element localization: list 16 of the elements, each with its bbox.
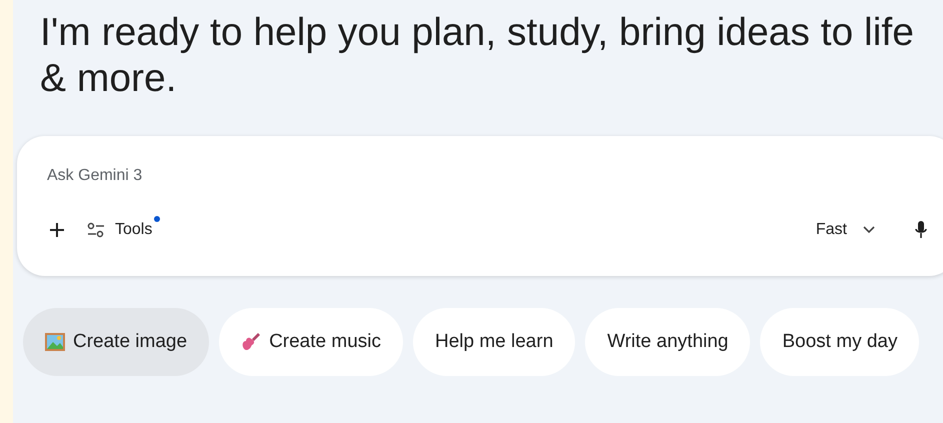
picture-icon bbox=[45, 333, 65, 351]
microphone-button[interactable] bbox=[913, 221, 929, 239]
tools-button[interactable]: Tools bbox=[87, 218, 152, 242]
mode-dropdown[interactable]: Fast bbox=[816, 218, 875, 242]
suggestion-chip[interactable]: Write anything bbox=[585, 308, 750, 376]
suggestion-chip[interactable]: Create music bbox=[219, 308, 403, 376]
suggestion-chip[interactable]: Boost my day bbox=[760, 308, 920, 376]
suggestion-chip[interactable]: Create image bbox=[23, 308, 210, 376]
plus-icon bbox=[49, 222, 65, 238]
sliders-icon bbox=[87, 222, 105, 238]
prompt-input[interactable]: Ask Gemini 3 bbox=[47, 164, 647, 188]
microphone-icon bbox=[915, 221, 927, 239]
suggestion-chip[interactable]: Help me learn bbox=[412, 308, 576, 376]
guitar-icon bbox=[241, 332, 262, 352]
greeting-heading: I'm ready to help you plan, study, bring ideas to life & more. bbox=[40, 10, 915, 102]
chevron-down-icon bbox=[863, 226, 875, 234]
